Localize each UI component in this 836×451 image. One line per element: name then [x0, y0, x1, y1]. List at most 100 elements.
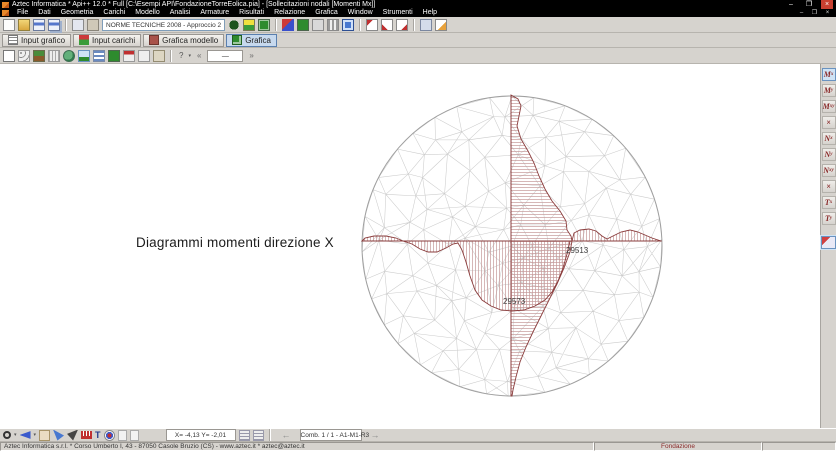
tab-input-grafico[interactable]: Input grafico [2, 34, 71, 47]
outline-view-icon[interactable] [3, 50, 15, 62]
caret-down-icon[interactable]: ▾ [188, 53, 191, 59]
notify-icon[interactable] [312, 19, 324, 31]
side-button-x-3[interactable]: × [822, 116, 836, 129]
tab-grafica[interactable]: Grafica [226, 34, 277, 47]
zoom-caret-icon[interactable]: ▾ [14, 432, 17, 438]
peak-value-label-1: 29513 [566, 246, 589, 255]
menu-carichi[interactable]: Carichi [98, 9, 130, 17]
back-caret-icon[interactable]: ▾ [34, 432, 37, 438]
side-button-mxy[interactable]: Mxy [822, 100, 836, 113]
select-cursor-icon[interactable] [53, 430, 64, 441]
next-combination-button[interactable]: → [365, 429, 386, 441]
table-results-2-icon[interactable] [381, 19, 393, 31]
hatch-tool-icon[interactable] [81, 431, 92, 439]
hatch-view-icon[interactable] [48, 50, 60, 62]
bands-view-icon[interactable] [93, 50, 105, 62]
results-side-toolbar: Mx My Mxy × Nx Ny Nxy × Tx Ty [820, 64, 836, 428]
diagram-view-icon[interactable] [78, 50, 90, 62]
menu-file[interactable]: File [12, 9, 33, 17]
orbit-tool-icon[interactable] [104, 430, 115, 441]
tab-grafica-modello[interactable]: Grafica modello [143, 34, 224, 47]
side-button-nxy[interactable]: Nxy [822, 164, 836, 177]
snap-grid-icon[interactable] [239, 430, 250, 441]
model-view-icon [149, 35, 159, 45]
minimize-button[interactable]: – [785, 0, 797, 9]
chart-view-icon[interactable] [123, 50, 135, 62]
norme-combo[interactable]: NORME TECNICHE 2008 - Approccio 2 [102, 19, 225, 31]
report-edit-icon[interactable] [435, 19, 447, 31]
model-icon[interactable] [297, 19, 309, 31]
material-icon[interactable] [228, 19, 240, 31]
text-tool-icon[interactable]: T [95, 430, 101, 441]
bottom-toolbar: ▾ ▾ T X= -4,13 Y= -2,01 ← Comb. 1 / 1 - … [0, 428, 836, 442]
table-results-1-icon[interactable] [366, 19, 378, 31]
plate-results-icon[interactable] [821, 236, 836, 249]
prev-combination-button[interactable]: ← [276, 429, 297, 441]
grid-options-icon[interactable] [327, 19, 339, 31]
child-restore-button[interactable]: ❐ [810, 9, 819, 17]
prev-scale-button[interactable]: « [194, 50, 204, 62]
scale-field[interactable]: — [207, 50, 243, 62]
menu-modello[interactable]: Modello [130, 9, 165, 17]
fly-view-icon[interactable] [67, 430, 78, 441]
side-button-mx[interactable]: Mx [822, 68, 836, 81]
status-empty-panel [762, 442, 836, 451]
tab-label: Input carichi [92, 36, 135, 45]
separator [65, 19, 67, 31]
side-button-my[interactable]: My [822, 84, 836, 97]
snap-points-icon[interactable] [253, 430, 264, 441]
tab-input-carichi[interactable]: Input carichi [73, 34, 141, 47]
close-button[interactable]: × [821, 0, 833, 9]
menu-relazione[interactable]: Relazione [269, 9, 310, 17]
drawing-canvas[interactable]: 2951329573 Diagrammi momenti direzione X [0, 64, 836, 428]
back-view-icon[interactable] [20, 430, 31, 441]
next-scale-button[interactable]: » [246, 50, 256, 62]
menu-strumenti[interactable]: Strumenti [378, 9, 418, 17]
zoom-icon[interactable] [3, 431, 11, 439]
measure-icon[interactable] [153, 50, 165, 62]
normative-icon[interactable] [87, 19, 99, 31]
units-icon[interactable] [72, 19, 84, 31]
new-file-icon[interactable] [3, 19, 15, 31]
side-button-nx[interactable]: Nx [822, 132, 836, 145]
deformed-view-icon[interactable] [63, 50, 75, 62]
strata-view-icon[interactable] [33, 50, 45, 62]
side-button-ty[interactable]: Ty [822, 212, 836, 225]
help-button[interactable]: ? [177, 51, 185, 60]
filled-view-icon[interactable] [108, 50, 120, 62]
menu-geometria[interactable]: Geometria [56, 9, 99, 17]
menu-grafica[interactable]: Grafica [310, 9, 343, 17]
nodes-view-icon[interactable] [18, 50, 30, 62]
refresh-icon[interactable] [342, 19, 354, 31]
snapshot-icon[interactable] [118, 430, 127, 441]
menu-help[interactable]: Help [418, 9, 442, 17]
open-file-icon[interactable] [18, 19, 30, 31]
combination-selector[interactable]: Comb. 1 / 1 - A1-M1-R3 [300, 429, 362, 441]
copy-view-icon[interactable] [130, 430, 139, 441]
menu-dati[interactable]: Dati [33, 9, 55, 17]
side-button-ny[interactable]: Ny [822, 148, 836, 161]
side-button-x-7[interactable]: × [822, 180, 836, 193]
child-close-button[interactable]: × [823, 9, 832, 17]
grid-icon [8, 35, 18, 45]
menu-analisi[interactable]: Analisi [165, 9, 196, 17]
separator [359, 19, 361, 31]
side-button-tx[interactable]: Tx [822, 196, 836, 209]
maximize-button[interactable]: ❐ [803, 0, 815, 9]
stratigraphy-icon[interactable] [243, 19, 255, 31]
mesh-icon[interactable] [258, 19, 270, 31]
document-icon [2, 10, 9, 16]
separator [269, 429, 271, 441]
app-window: { "window": { "title": "Aztec Informatic… [0, 0, 836, 451]
curve-view-icon[interactable] [138, 50, 150, 62]
menu-risultati[interactable]: Risultati [234, 9, 269, 17]
child-minimize-button[interactable]: – [797, 9, 806, 17]
run-analysis-icon[interactable] [282, 19, 294, 31]
print-preview-icon[interactable] [420, 19, 432, 31]
menu-window[interactable]: Window [343, 9, 378, 17]
menu-armature[interactable]: Armature [195, 9, 234, 17]
table-results-3-icon[interactable] [396, 19, 408, 31]
pan-hand-icon[interactable] [39, 430, 50, 441]
save-all-icon[interactable] [48, 19, 60, 31]
save-icon[interactable] [33, 19, 45, 31]
